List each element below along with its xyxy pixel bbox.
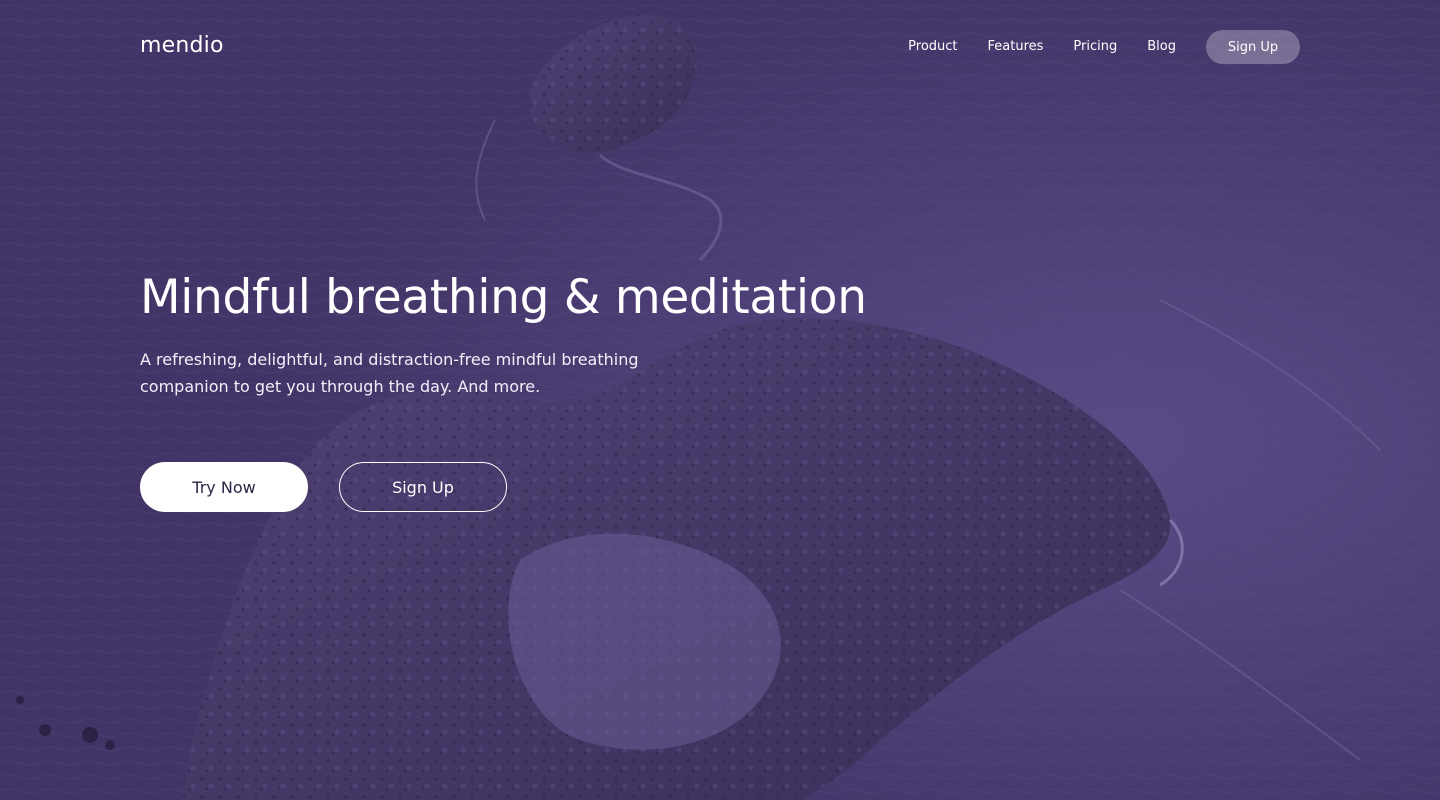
nav-links: Product Features Pricing Blog Sign Up — [908, 30, 1300, 64]
nav-link-blog[interactable]: Blog — [1147, 30, 1176, 64]
hero-signup-button[interactable]: Sign Up — [339, 462, 507, 512]
hero-subtitle: A refreshing, delightful, and distractio… — [140, 350, 639, 396]
hero-background-image — [0, 0, 1440, 800]
nav-link-features[interactable]: Features — [988, 30, 1044, 64]
brand-logo[interactable]: mendio — [140, 31, 224, 61]
nav-link-pricing[interactable]: Pricing — [1073, 30, 1117, 64]
top-navigation: mendio Product Features Pricing Blog Sig… — [0, 0, 1440, 94]
hero-headline: Mindful breathing & meditation — [140, 270, 867, 325]
try-now-button[interactable]: Try Now — [140, 462, 308, 512]
nav-link-product[interactable]: Product — [908, 30, 957, 64]
nav-signup-button[interactable]: Sign Up — [1206, 30, 1300, 64]
